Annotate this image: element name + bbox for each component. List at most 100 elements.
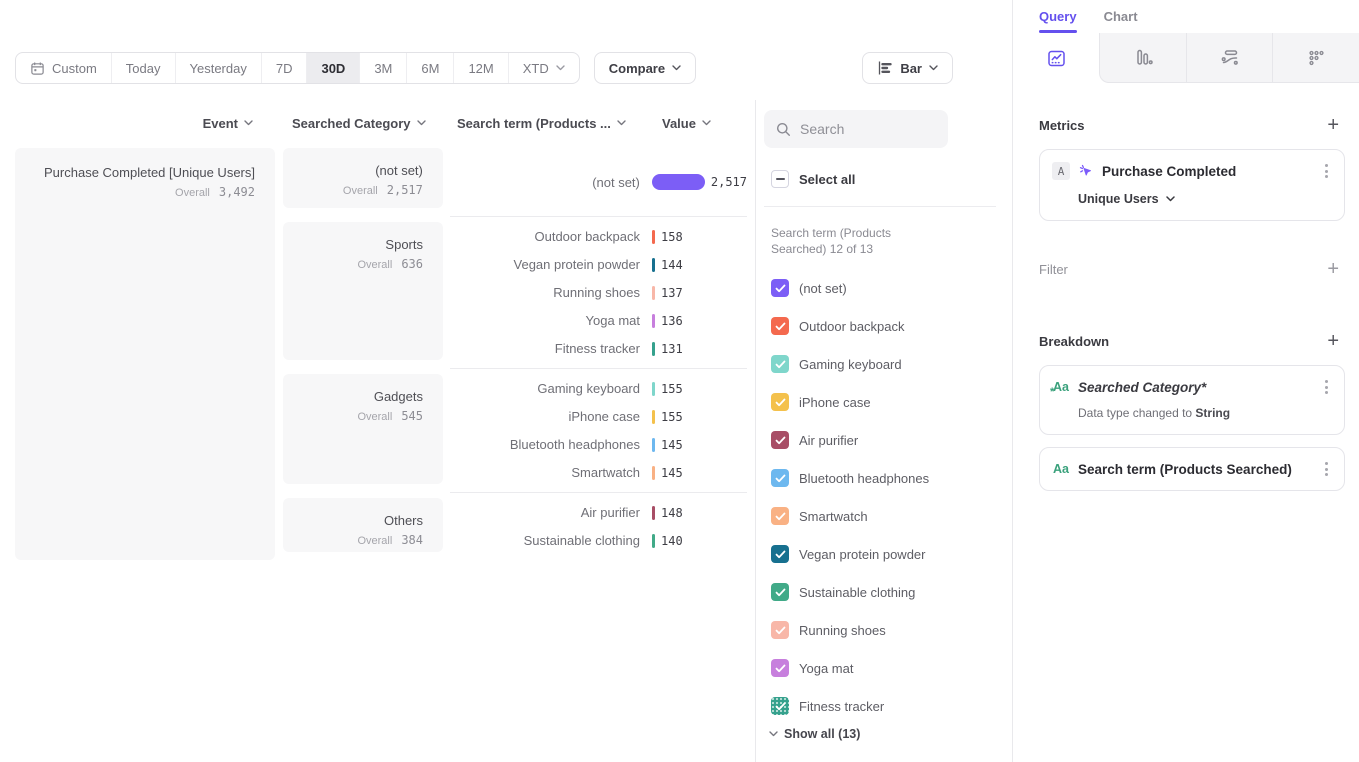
legend-item[interactable]: Running shoes bbox=[764, 611, 996, 649]
select-all-checkbox[interactable] bbox=[771, 170, 789, 188]
column-header-search-term[interactable]: Search term (Products ... bbox=[450, 116, 662, 131]
legend-item[interactable]: Gaming keyboard bbox=[764, 345, 996, 383]
legend-item[interactable]: Sustainable clothing bbox=[764, 573, 996, 611]
search-input[interactable] bbox=[800, 121, 930, 137]
category-cell[interactable]: SportsOverall636 bbox=[283, 222, 443, 360]
column-header-searched-category[interactable]: Searched Category bbox=[283, 116, 443, 131]
term-row[interactable]: Air purifier148 bbox=[450, 499, 747, 527]
checkbox-checked[interactable] bbox=[771, 393, 789, 411]
date-preset-30d[interactable]: 30D bbox=[306, 53, 359, 83]
breakdown-card[interactable]: Aa Search term (Products Searched) bbox=[1039, 447, 1345, 491]
chevron-down-icon bbox=[417, 120, 426, 126]
category-cell[interactable]: GadgetsOverall545 bbox=[283, 374, 443, 484]
value-bar bbox=[652, 438, 655, 452]
category-cell[interactable]: OthersOverall384 bbox=[283, 498, 443, 552]
legend-item-label: Yoga mat bbox=[799, 661, 853, 676]
column-header-event[interactable]: Event bbox=[15, 116, 275, 131]
legend-item[interactable]: Bluetooth headphones bbox=[764, 459, 996, 497]
date-preset-12m[interactable]: 12M bbox=[453, 53, 507, 83]
term-row[interactable]: Running shoes137 bbox=[450, 279, 747, 307]
value-text: 158 bbox=[661, 230, 683, 244]
term-row[interactable]: Sustainable clothing140 bbox=[450, 527, 747, 555]
value-bar bbox=[652, 342, 655, 356]
metric-card[interactable]: A Purchase Completed Unique Users bbox=[1039, 149, 1345, 221]
calendar-icon bbox=[30, 61, 45, 76]
tab-chart[interactable]: Chart bbox=[1104, 0, 1138, 33]
term-label: Sustainable clothing bbox=[450, 533, 640, 548]
report-tab-retention[interactable] bbox=[1272, 33, 1359, 82]
checkbox-checked[interactable] bbox=[771, 355, 789, 373]
add-metric-button[interactable]: + bbox=[1321, 115, 1345, 135]
check-icon bbox=[775, 664, 786, 673]
measurement-dropdown[interactable]: Unique Users bbox=[1078, 192, 1332, 206]
term-row[interactable]: (not set)2,517 bbox=[450, 168, 747, 196]
legend-item[interactable]: Vegan protein powder bbox=[764, 535, 996, 573]
legend-item[interactable]: Air purifier bbox=[764, 421, 996, 459]
overall-value: 3,492 bbox=[219, 185, 255, 199]
term-row[interactable]: Fitness tracker131 bbox=[450, 335, 747, 363]
legend-section-label: Search term (Products Searched) 12 of 13 bbox=[771, 225, 946, 257]
query-builder: Metrics + A Purchase Completed Unique Us… bbox=[1013, 83, 1359, 491]
report-tab-insights[interactable] bbox=[1013, 33, 1099, 83]
term-row[interactable]: Outdoor backpack158 bbox=[450, 223, 747, 251]
term-row[interactable]: Yoga mat136 bbox=[450, 307, 747, 335]
date-preset-6m[interactable]: 6M bbox=[406, 53, 453, 83]
term-row[interactable]: Vegan protein powder144 bbox=[450, 251, 747, 279]
checkbox-checked[interactable] bbox=[771, 659, 789, 677]
date-preset-yesterday[interactable]: Yesterday bbox=[175, 53, 261, 83]
legend-item[interactable]: iPhone case bbox=[764, 383, 996, 421]
legend-item[interactable]: (not set) bbox=[764, 269, 996, 307]
report-type-tabs bbox=[1013, 33, 1359, 83]
date-preset-3m[interactable]: 3M bbox=[359, 53, 406, 83]
term-label: Gaming keyboard bbox=[450, 381, 640, 396]
modified-indicator: * bbox=[1050, 386, 1054, 398]
select-all[interactable]: Select all bbox=[771, 170, 996, 188]
compare-label: Compare bbox=[609, 61, 665, 76]
date-preset-xtd[interactable]: XTD bbox=[508, 53, 579, 83]
show-all-link[interactable]: Show all (13) bbox=[769, 727, 996, 741]
term-row[interactable]: Gaming keyboard 155 bbox=[450, 375, 747, 403]
term-row[interactable]: iPhone case155 bbox=[450, 403, 747, 431]
report-tab-funnels[interactable] bbox=[1100, 33, 1186, 82]
legend-item[interactable]: Yoga mat bbox=[764, 649, 996, 687]
term-label: (not set) bbox=[450, 175, 640, 190]
date-preset-7d[interactable]: 7D bbox=[261, 53, 307, 83]
value-bar bbox=[652, 258, 655, 272]
term-label: Bluetooth headphones bbox=[450, 437, 640, 452]
checkbox-checked[interactable] bbox=[771, 621, 789, 639]
checkbox-checked[interactable] bbox=[771, 545, 789, 563]
term-label: Fitness tracker bbox=[450, 341, 640, 356]
legend-item[interactable]: Fitness tracker bbox=[764, 687, 996, 725]
checkbox-checked[interactable] bbox=[771, 469, 789, 487]
checkbox-checked[interactable] bbox=[771, 583, 789, 601]
checkbox-checked[interactable] bbox=[771, 431, 789, 449]
bar-chart-icon bbox=[877, 60, 893, 76]
report-tab-flows[interactable] bbox=[1186, 33, 1273, 82]
legend-item-label: (not set) bbox=[799, 281, 847, 296]
compare-button[interactable]: Compare bbox=[594, 52, 696, 84]
legend-item-label: Outdoor backpack bbox=[799, 319, 905, 334]
kebab-menu-icon[interactable] bbox=[1321, 460, 1332, 478]
checkbox-checked[interactable] bbox=[771, 279, 789, 297]
term-label: iPhone case bbox=[450, 409, 640, 424]
value-text: 155 bbox=[661, 382, 683, 396]
column-header-value[interactable]: Value bbox=[662, 116, 747, 131]
checkbox-checked[interactable] bbox=[771, 317, 789, 335]
kebab-menu-icon[interactable] bbox=[1321, 162, 1332, 180]
event-cell[interactable]: Purchase Completed [Unique Users] Overal… bbox=[15, 148, 275, 560]
checkbox-checked[interactable] bbox=[771, 507, 789, 525]
term-row[interactable]: Smartwatch145 bbox=[450, 459, 747, 487]
kebab-menu-icon[interactable] bbox=[1321, 378, 1332, 396]
legend-item[interactable]: Smartwatch bbox=[764, 497, 996, 535]
date-preset-custom[interactable]: Custom bbox=[16, 53, 111, 83]
chart-type-button[interactable]: Bar bbox=[862, 52, 953, 84]
breakdown-card[interactable]: Aa* Searched Category* Data type changed… bbox=[1039, 365, 1345, 435]
date-preset-today[interactable]: Today bbox=[111, 53, 175, 83]
legend-item[interactable]: Outdoor backpack bbox=[764, 307, 996, 345]
tab-query[interactable]: Query bbox=[1039, 0, 1077, 33]
term-row[interactable]: Bluetooth headphones145 bbox=[450, 431, 747, 459]
category-cell[interactable]: (not set)Overall2,517 bbox=[283, 148, 443, 208]
add-breakdown-button[interactable]: + bbox=[1321, 331, 1345, 351]
add-filter-button[interactable]: + bbox=[1321, 259, 1345, 279]
checkbox-checked[interactable] bbox=[771, 697, 789, 715]
